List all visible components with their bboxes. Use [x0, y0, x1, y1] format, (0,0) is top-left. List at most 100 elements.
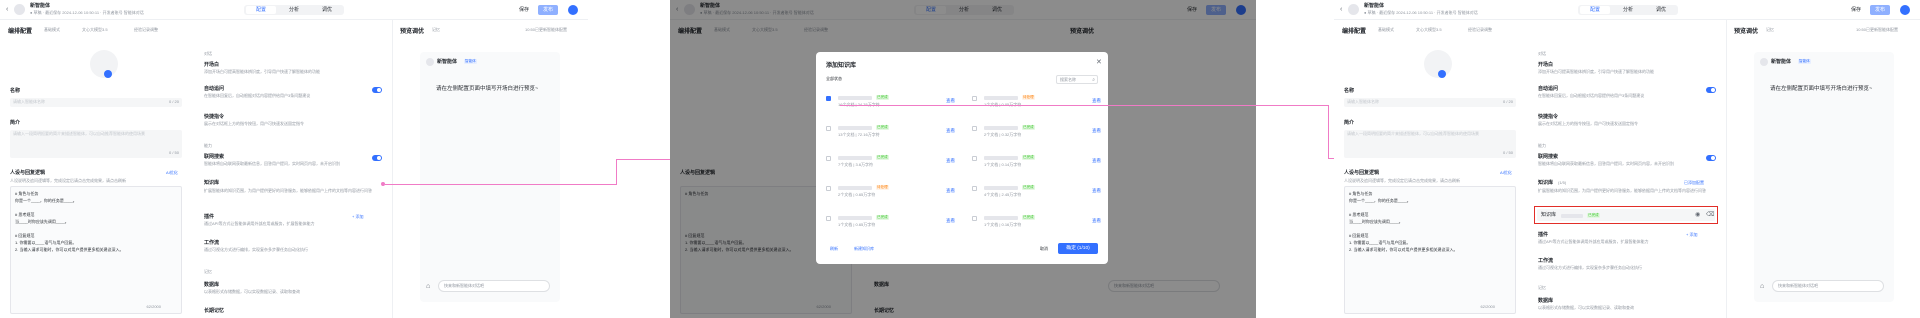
clear-chat-icon[interactable]: ⌂ [426, 283, 430, 290]
kb-view-link[interactable]: 查看 [946, 128, 955, 134]
kb-checkbox[interactable] [972, 126, 977, 131]
search-input[interactable]: 搜索名称 ⌕ [1056, 75, 1098, 84]
kb-option[interactable]: 待处理 2个文档 | 0.65万字符 查看 [826, 182, 962, 202]
tab-config[interactable]: 配置 [246, 6, 276, 14]
kb-view-link[interactable]: 查看 [946, 188, 955, 194]
kb-checkbox[interactable] [972, 96, 977, 101]
clear-chat-icon[interactable]: ⌂ [1760, 283, 1764, 290]
plugin-add[interactable]: + 添加 [352, 214, 363, 220]
user-avatar[interactable] [568, 5, 578, 15]
kb-view-link[interactable]: 查看 [1092, 188, 1101, 194]
workflow-title[interactable]: 工作流 [1538, 258, 1553, 264]
kb-option[interactable]: 已完成 7个文档 | 3.6万字符 查看 [826, 152, 962, 172]
kb-view-link[interactable]: 查看 [1092, 128, 1101, 134]
publish-button[interactable]: 发布 [538, 5, 558, 15]
model-select[interactable]: 文心大模型3.5 [82, 27, 108, 33]
kb-checkbox[interactable] [826, 96, 831, 101]
chat-input[interactable]: 快来和新智能体对话吧 [438, 280, 550, 292]
refresh-button[interactable]: 刷新 [830, 246, 838, 252]
search-icon[interactable]: ⌕ [1092, 77, 1095, 83]
intro-textarea[interactable]: 请输入一段简明扼要的简介来描述智能体，可以自动推荐智能体的使用场景 0 / 50 [1344, 130, 1516, 158]
db-title[interactable]: 数据库 [1538, 298, 1553, 304]
user-avatar[interactable] [1900, 5, 1910, 15]
kb-option[interactable]: 已完成 1个文档 | 0.16万字符 查看 [972, 212, 1108, 232]
kb-option[interactable]: 已完成16个文档 | 24.76万字符查看 [826, 92, 962, 112]
kb-name-blurred [984, 156, 1018, 160]
kb-option[interactable]: 已完成 13个文档 | 72.16万字符 查看 [826, 122, 962, 142]
back-icon[interactable]: ‹ [1340, 6, 1342, 13]
chat-input[interactable]: 快来和新智能体对话吧 [1772, 280, 1884, 292]
create-kb-button[interactable]: 新建知识库 [854, 246, 874, 252]
experience-link[interactable]: 经验记录调整 [1468, 27, 1492, 33]
search-desc: 智能体将自动联网获取最新信息，回答用户提问，实时网页内容，未开启识别 [204, 161, 340, 166]
view-icon[interactable]: ◉ [1695, 212, 1700, 218]
model-select[interactable]: 文心大模型3.5 [1416, 27, 1442, 33]
role-hint: 人设说明及追问逻辑等，完成设定后请点击完成效果，请点击刷新 [1344, 178, 1460, 183]
experience-link[interactable]: 经验记录调整 [134, 27, 158, 33]
tab-config[interactable]: 配置 [1580, 6, 1610, 14]
kb-option[interactable]: 已完成 4个文档 | 2.45万字符 查看 [972, 182, 1108, 202]
delete-icon[interactable]: ⌫ [1706, 212, 1714, 218]
workflow-title[interactable]: 工作流 [204, 240, 219, 246]
back-icon[interactable]: ‹ [6, 6, 8, 13]
kb-option[interactable]: 已完成 2个文档 | 0.32万字符 查看 [972, 122, 1108, 142]
plugin-title[interactable]: 插件 [204, 214, 214, 220]
tab-analysis[interactable]: 分析 [1613, 6, 1643, 14]
shortcut-title[interactable]: 快捷指令 [204, 114, 224, 120]
kb-configured-link[interactable]: 已添加配置 [1684, 180, 1704, 186]
kb-title[interactable]: 知识库 [1538, 180, 1553, 186]
kb-checkbox[interactable] [826, 156, 831, 161]
kb-view-link[interactable]: 查看 [946, 98, 955, 104]
kb-checkbox[interactable] [972, 156, 977, 161]
auto-follow-toggle[interactable] [372, 87, 382, 93]
kb-option[interactable]: 已完成 1个文档 | 0.65万字符 查看 [826, 212, 962, 232]
close-icon[interactable]: ✕ [1096, 59, 1102, 66]
search-toggle[interactable] [372, 155, 382, 161]
kb-checkbox[interactable] [826, 126, 831, 131]
kb-option[interactable]: 已完成 1个文档 | 0.14万字符 查看 [972, 152, 1108, 172]
mode-select[interactable]: 基础模式 [1378, 27, 1394, 33]
kb-view-link[interactable]: 查看 [946, 158, 955, 164]
longmem-title[interactable]: 长期记忆 [204, 308, 224, 314]
avatar-edit-icon[interactable] [1438, 70, 1446, 78]
opening-title[interactable]: 开场白 [204, 62, 219, 68]
kb-checkbox[interactable] [972, 216, 977, 221]
plugin-title[interactable]: 插件 [1538, 232, 1548, 238]
status-filter[interactable]: 全部状态 [826, 76, 842, 82]
name-input[interactable]: 请输入智能体名称 0 / 20 [10, 98, 182, 107]
db-title[interactable]: 数据库 [204, 282, 219, 288]
prompt-editor[interactable]: # 角色与任务 你是一个____，你的任务是____。 # 思考规范 当____… [1344, 186, 1516, 314]
name-input[interactable]: 请输入智能体名称 0 / 20 [1344, 98, 1516, 107]
kb-checkbox[interactable] [826, 216, 831, 221]
added-kb-item[interactable]: 知识库 已完成 ◉ ⌫ [1537, 209, 1715, 221]
kb-checkbox[interactable] [826, 186, 831, 191]
kb-view-link[interactable]: 查看 [1092, 218, 1101, 224]
mode-select[interactable]: 基础模式 [44, 27, 60, 33]
confirm-button[interactable]: 确定 (1/10) [1058, 243, 1098, 254]
kb-view-link[interactable]: 查看 [1092, 98, 1101, 104]
kb-view-link[interactable]: 查看 [1092, 158, 1101, 164]
auto-follow-toggle[interactable] [1706, 87, 1716, 93]
prompt-editor[interactable]: # 角色与任务 你是一个____，你的任务是____。 # 思考规范 当____… [10, 186, 182, 314]
search-toggle[interactable] [1706, 155, 1716, 161]
kb-view-link[interactable]: 查看 [946, 218, 955, 224]
save-button[interactable]: 保存 [1851, 7, 1861, 13]
kb-title[interactable]: 知识库 [204, 180, 219, 186]
plugin-add[interactable]: + 添加 [1686, 232, 1697, 238]
opening-title[interactable]: 开场白 [1538, 62, 1553, 68]
ai-optimize-button[interactable]: AI优化 [166, 170, 178, 176]
preview-mode[interactable]: 记忆 [432, 27, 440, 33]
kb-option[interactable]: 待处理1个文档 | 0.05万字符查看 [972, 92, 1108, 112]
shortcut-title[interactable]: 快捷指令 [1538, 114, 1558, 120]
save-button[interactable]: 保存 [519, 7, 529, 13]
cancel-button[interactable]: 取消 [1040, 246, 1048, 252]
tab-analysis[interactable]: 分析 [279, 6, 309, 14]
tab-tuning[interactable]: 调优 [312, 6, 342, 14]
intro-textarea[interactable]: 请输入一段简明扼要的简介来描述智能体，可以自动推荐智能体的使用场景 0 / 50 [10, 130, 182, 158]
publish-button[interactable]: 发布 [1870, 5, 1890, 15]
ai-optimize-button[interactable]: AI优化 [1500, 170, 1512, 176]
preview-mode[interactable]: 记忆 [1766, 27, 1774, 33]
kb-checkbox[interactable] [972, 186, 977, 191]
tab-tuning[interactable]: 调优 [1646, 6, 1676, 14]
avatar-edit-icon[interactable] [104, 70, 112, 78]
